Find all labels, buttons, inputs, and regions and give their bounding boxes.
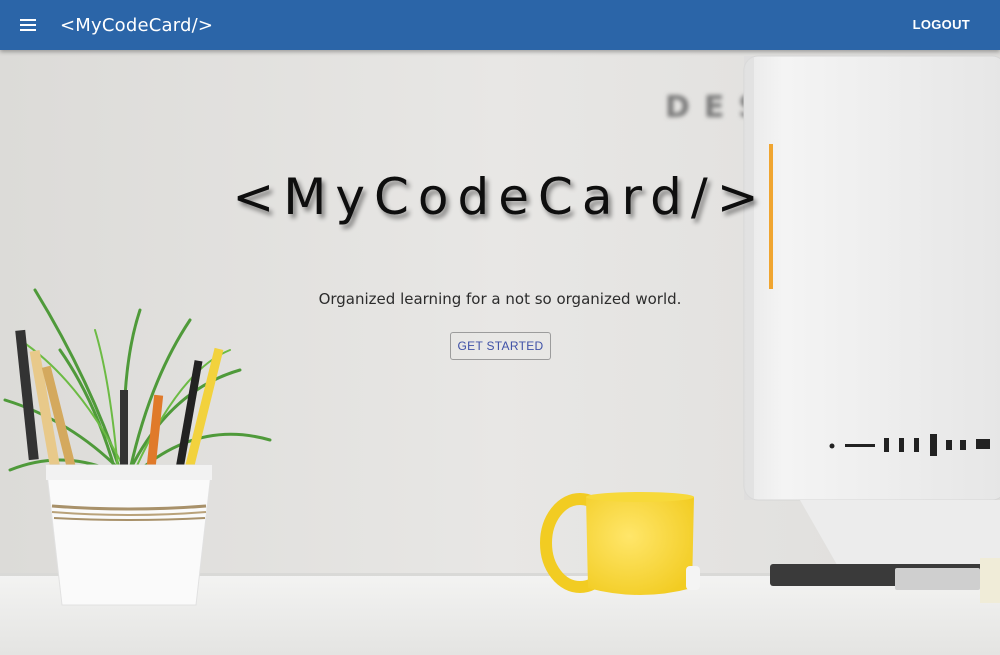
menu-icon [20, 19, 36, 31]
get-started-button[interactable]: GET STARTED [450, 332, 551, 360]
hero-title: <MyCodeCard/> [232, 168, 768, 226]
app-bar: <MyCodeCard/> LOGOUT [0, 0, 1000, 50]
hero-tagline: Organized learning for a not so organize… [318, 290, 682, 308]
menu-button[interactable] [0, 0, 56, 50]
brand-title[interactable]: <MyCodeCard/> [60, 15, 213, 36]
text-cursor [769, 144, 773, 289]
hero-section: DES <MyCodeCard/> Organized learning for… [0, 50, 1000, 655]
monitor-illustration [743, 55, 1000, 570]
logout-button[interactable]: LOGOUT [913, 0, 970, 50]
